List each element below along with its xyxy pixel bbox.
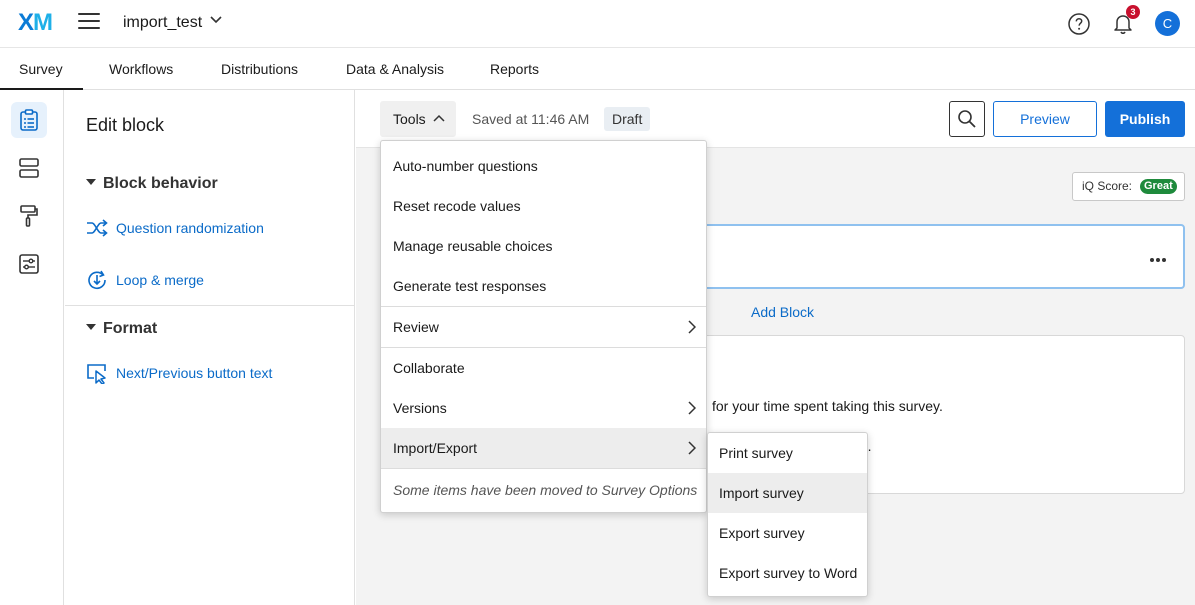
format-heading[interactable]: Format bbox=[86, 320, 157, 338]
survey-options-note: Some items have been moved to Survey Opt… bbox=[393, 482, 698, 498]
project-title[interactable]: import_test bbox=[123, 14, 202, 32]
block-behavior-heading[interactable]: Block behavior bbox=[86, 175, 218, 193]
survey-block[interactable] bbox=[696, 224, 1185, 289]
submenu-item-export-survey-to-word[interactable]: Export survey to Word bbox=[708, 553, 867, 593]
end-message-line-1: for your time spent taking this survey. bbox=[712, 398, 943, 414]
loop-and-merge-label: Loop & merge bbox=[116, 272, 204, 288]
chevron-down-icon[interactable] bbox=[209, 12, 223, 29]
menu-item-auto-number-questions[interactable]: Auto-number questions bbox=[381, 146, 706, 186]
menu-item-generate-test-responses[interactable]: Generate test responses bbox=[381, 266, 706, 306]
edit-block-panel: Edit block Block behavior Question rando… bbox=[65, 90, 355, 605]
saved-status: Saved at 11:46 AM bbox=[472, 111, 590, 127]
tools-label: Tools bbox=[393, 111, 426, 127]
help-icon[interactable] bbox=[1067, 12, 1091, 36]
caret-down-icon bbox=[86, 178, 96, 185]
divider bbox=[65, 305, 355, 306]
next-previous-button-text-label: Next/Previous button text bbox=[116, 365, 273, 381]
blocks-icon[interactable] bbox=[11, 150, 47, 186]
more-options-icon[interactable] bbox=[1149, 250, 1167, 266]
submenu-item-import-survey[interactable]: Import survey bbox=[708, 473, 867, 513]
tab-distributions[interactable]: Distributions bbox=[221, 61, 298, 77]
submenu-item-print-survey[interactable]: Print survey bbox=[708, 433, 867, 473]
next-previous-button-text-link[interactable]: Next/Previous button text bbox=[86, 362, 272, 384]
search-icon bbox=[958, 110, 976, 128]
icon-rail bbox=[0, 90, 64, 605]
add-block-link[interactable]: Add Block bbox=[751, 304, 814, 320]
import-export-submenu: Print survey Import survey Export survey… bbox=[707, 432, 868, 597]
iq-score-badge: Great bbox=[1140, 179, 1177, 194]
format-label: Format bbox=[103, 320, 158, 337]
menu-item-import-export[interactable]: Import/Export bbox=[381, 428, 706, 468]
xm-logo[interactable]: XM bbox=[18, 9, 53, 37]
chevron-up-icon bbox=[433, 114, 445, 122]
question-randomization-label: Question randomization bbox=[116, 220, 264, 236]
tab-data-analysis[interactable]: Data & Analysis bbox=[346, 61, 444, 77]
cursor-button-icon bbox=[87, 364, 106, 384]
chevron-right-icon bbox=[688, 320, 696, 334]
look-and-feel-icon[interactable] bbox=[11, 198, 47, 234]
menu-item-collaborate[interactable]: Collaborate bbox=[381, 348, 706, 388]
caret-down-icon bbox=[86, 323, 96, 330]
menu-divider bbox=[381, 468, 706, 469]
loop-and-merge-link[interactable]: Loop & merge bbox=[86, 269, 204, 291]
block-behavior-label: Block behavior bbox=[103, 175, 218, 192]
loop-icon bbox=[88, 270, 106, 290]
tools-dropdown-menu: Auto-number questions Reset recode value… bbox=[380, 140, 707, 513]
draft-badge: Draft bbox=[604, 107, 651, 131]
iq-score-button[interactable]: iQ Score: Great bbox=[1072, 172, 1185, 201]
menu-item-review[interactable]: Review bbox=[381, 307, 706, 347]
survey-options-icon[interactable] bbox=[11, 246, 47, 282]
question-randomization-link[interactable]: Question randomization bbox=[86, 219, 264, 237]
publish-button[interactable]: Publish bbox=[1105, 101, 1185, 137]
nav-tabs: Survey Workflows Distributions Data & An… bbox=[0, 48, 1195, 90]
versions-label: Versions bbox=[393, 400, 447, 416]
tab-survey[interactable]: Survey bbox=[0, 61, 82, 90]
top-bar: XM import_test 3 C bbox=[0, 0, 1195, 48]
menu-icon[interactable] bbox=[78, 13, 100, 33]
submenu-item-export-survey[interactable]: Export survey bbox=[708, 513, 867, 553]
survey-flow-icon[interactable] bbox=[11, 102, 47, 138]
chevron-right-icon bbox=[688, 401, 696, 415]
menu-item-reset-recode-values[interactable]: Reset recode values bbox=[381, 186, 706, 226]
edit-block-title: Edit block bbox=[86, 115, 165, 135]
review-label: Review bbox=[393, 319, 439, 335]
tab-workflows[interactable]: Workflows bbox=[109, 61, 173, 77]
menu-item-manage-reusable-choices[interactable]: Manage reusable choices bbox=[381, 226, 706, 266]
iq-score-label: iQ Score: bbox=[1082, 179, 1133, 193]
shuffle-icon bbox=[87, 219, 108, 237]
avatar[interactable]: C bbox=[1155, 11, 1180, 36]
menu-item-versions[interactable]: Versions bbox=[381, 388, 706, 428]
tab-reports[interactable]: Reports bbox=[490, 61, 539, 77]
tools-button[interactable]: Tools bbox=[380, 101, 456, 137]
search-button[interactable] bbox=[949, 101, 985, 137]
chevron-right-icon bbox=[688, 441, 696, 455]
preview-button[interactable]: Preview bbox=[993, 101, 1097, 137]
import-export-label: Import/Export bbox=[393, 440, 478, 456]
notification-count-badge: 3 bbox=[1126, 5, 1140, 19]
